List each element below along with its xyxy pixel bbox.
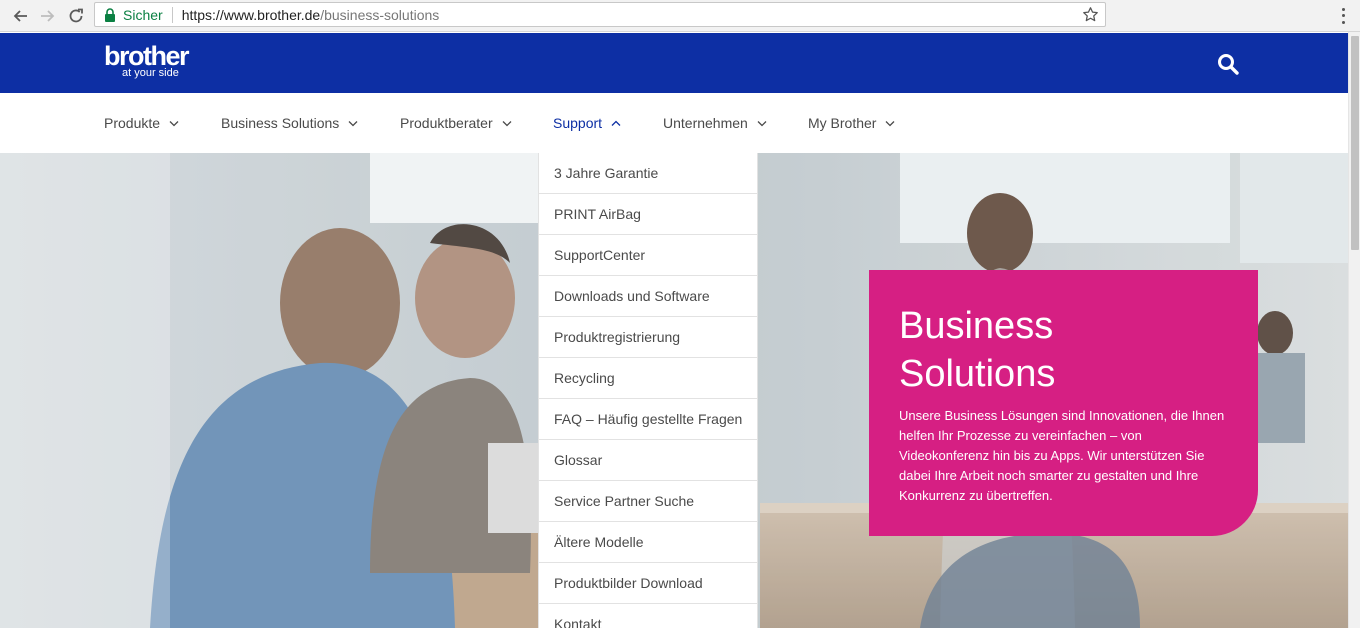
brother-logo[interactable]: brother at your side — [104, 41, 190, 80]
nav-item-label: Unternehmen — [663, 115, 748, 131]
nav-item-label: My Brother — [808, 115, 877, 131]
lock-icon — [104, 7, 116, 22]
omnibox-separator — [171, 6, 173, 23]
menu-item-aeltere-modelle[interactable]: Ältere Modelle — [539, 522, 757, 563]
promo-description: Unsere Business Lösungen sind Innovation… — [899, 408, 1225, 503]
arrow-right-icon — [41, 10, 55, 22]
chevron-down-icon — [348, 120, 358, 126]
back-button[interactable] — [9, 5, 31, 27]
site-header: brother at your side — [0, 33, 1348, 93]
menu-item-downloads-software[interactable]: Downloads und Software — [539, 276, 757, 317]
menu-item-produktregistrierung[interactable]: Produktregistrierung — [539, 317, 757, 358]
arrow-left-icon — [13, 10, 27, 22]
forward-button[interactable] — [37, 5, 59, 27]
nav-item-produkte[interactable]: Produkte — [104, 115, 179, 131]
scrollbar-thumb[interactable] — [1351, 36, 1359, 250]
promo-title-line2: Solutions — [899, 353, 1056, 395]
nav-item-label: Business Solutions — [221, 115, 340, 131]
url-host: https://www.brother.de — [181, 6, 321, 23]
nav-item-label: Produktberater — [400, 115, 493, 131]
nav-item-label: Produkte — [104, 115, 161, 131]
menu-item-glossar[interactable]: Glossar — [539, 440, 757, 481]
promo-title: Business Solutions — [899, 302, 1199, 398]
nav-item-label: Support — [553, 115, 603, 131]
chevron-down-icon — [886, 120, 895, 126]
menu-item-produktbilder-download[interactable]: Produktbilder Download — [539, 563, 757, 604]
search-button[interactable] — [1216, 52, 1240, 76]
main-navigation: Produkte Business Solutions Produktberat… — [0, 93, 1348, 153]
address-bar[interactable]: Sicher https://www.brother.de/business-s… — [94, 2, 1106, 27]
page-scrollbar[interactable] — [1348, 32, 1360, 628]
menu-item-kontakt[interactable]: Kontakt — [539, 604, 757, 628]
chevron-up-icon — [611, 120, 621, 126]
reload-icon — [69, 8, 83, 23]
chevron-down-icon — [502, 120, 512, 126]
promo-title-line1: Business — [899, 305, 1054, 347]
menu-item-3-jahre-garantie[interactable]: 3 Jahre Garantie — [539, 153, 757, 194]
menu-item-recycling[interactable]: Recycling — [539, 358, 757, 399]
nav-item-support[interactable]: Support — [553, 115, 621, 131]
nav-item-produktberater[interactable]: Produktberater — [400, 115, 512, 131]
browser-toolbar: Sicher https://www.brother.de/business-s… — [0, 0, 1360, 32]
logo-tagline: at your side — [122, 67, 179, 79]
logo-wordmark: brother — [104, 41, 190, 71]
menu-item-service-partner-suche[interactable]: Service Partner Suche — [539, 481, 757, 522]
nav-item-my-brother[interactable]: My Brother — [808, 115, 895, 131]
reload-button[interactable] — [65, 5, 87, 27]
secure-label: Sicher — [123, 6, 163, 23]
support-dropdown-menu: 3 Jahre Garantie PRINT AirBag SupportCen… — [538, 153, 758, 628]
business-solutions-promo[interactable]: Business Solutions Unsere Business Lösun… — [869, 270, 1258, 536]
kebab-menu-icon[interactable] — [1338, 6, 1348, 26]
nav-item-unternehmen[interactable]: Unternehmen — [663, 115, 767, 131]
menu-item-faq[interactable]: FAQ – Häufig gestellte Fragen — [539, 399, 757, 440]
url-path: /business-solutions — [320, 6, 440, 23]
menu-item-print-airbag[interactable]: PRINT AirBag — [539, 194, 757, 235]
menu-item-supportcenter[interactable]: SupportCenter — [539, 235, 757, 276]
nav-item-business-solutions[interactable]: Business Solutions — [221, 115, 358, 131]
chevron-down-icon — [169, 120, 179, 126]
search-icon — [1218, 54, 1239, 75]
chevron-down-icon — [757, 120, 767, 126]
star-icon[interactable] — [1082, 6, 1099, 23]
